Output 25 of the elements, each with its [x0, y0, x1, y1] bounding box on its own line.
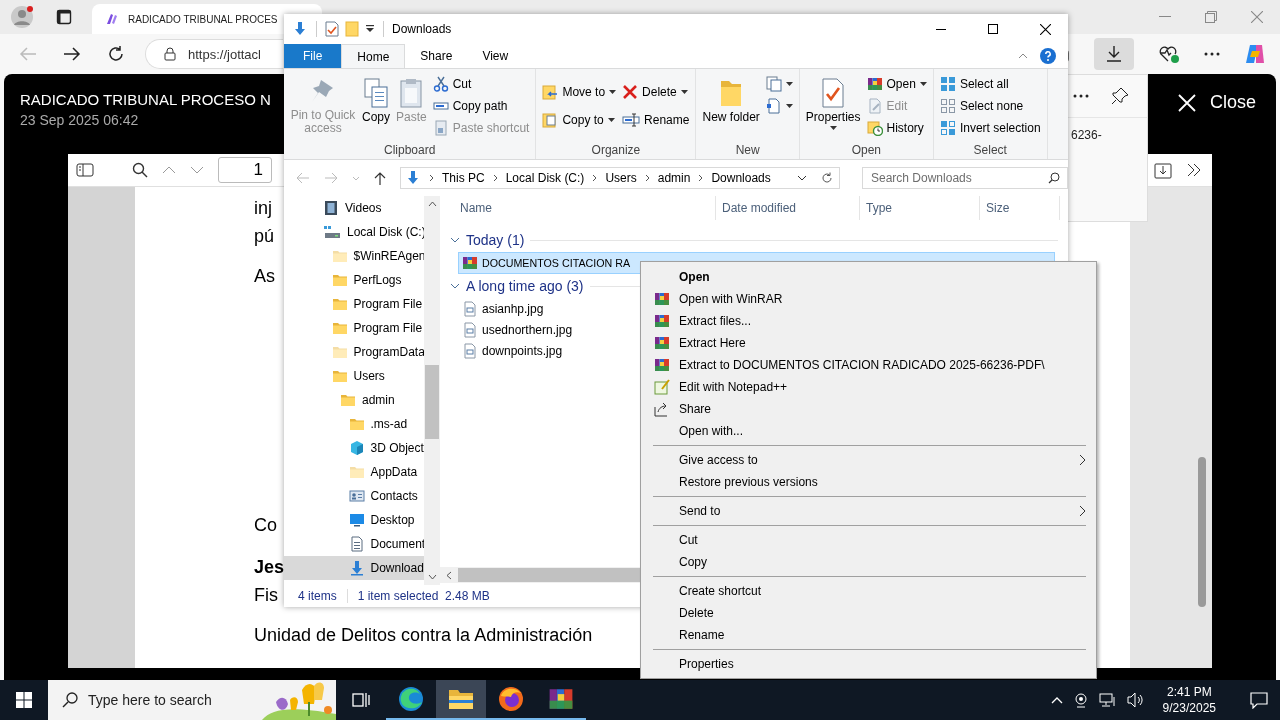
- file-name: usednorthern.jpg: [482, 322, 573, 337]
- ribbon-group-label: Select: [972, 143, 1008, 159]
- document-text: Unidad de Delitos contra la Administración: [254, 624, 593, 647]
- document-text: As: [254, 265, 275, 288]
- selection-info: 1 item selected 2.48 MB: [357, 589, 490, 603]
- ribbon-group-label: Clipboard: [383, 143, 437, 159]
- document-text: Jes: [254, 556, 285, 579]
- ribbon-group-label: New: [734, 143, 761, 159]
- document-text: Fis: [254, 584, 278, 607]
- file-name: downpoints.jpg: [482, 343, 563, 358]
- download-file-name: 6236-: [1071, 128, 1103, 142]
- window-title: Downloads: [392, 22, 452, 36]
- clock-time: 2:41 PM: [1166, 684, 1212, 700]
- document-text: pú: [254, 225, 275, 248]
- document-title: RADICADO TRIBUNAL PROCESO N: [20, 91, 271, 108]
- tab-title: RADICADO TRIBUNAL PROCES: [128, 13, 278, 25]
- ribbon-group-label: Open: [850, 143, 883, 159]
- ribbon-group-label: Organize: [590, 143, 642, 159]
- file-name: asianhp.jpg: [482, 301, 544, 316]
- document-text: Co: [254, 514, 277, 537]
- file-name: DOCUMENTOS CITACION RA: [482, 257, 631, 269]
- document-date: 23 Sep 2025 06:42: [20, 112, 140, 128]
- document-text: inj: [254, 197, 272, 220]
- clock-date: 9/23/2025: [1162, 700, 1216, 716]
- item-count: 4 items: [298, 589, 337, 603]
